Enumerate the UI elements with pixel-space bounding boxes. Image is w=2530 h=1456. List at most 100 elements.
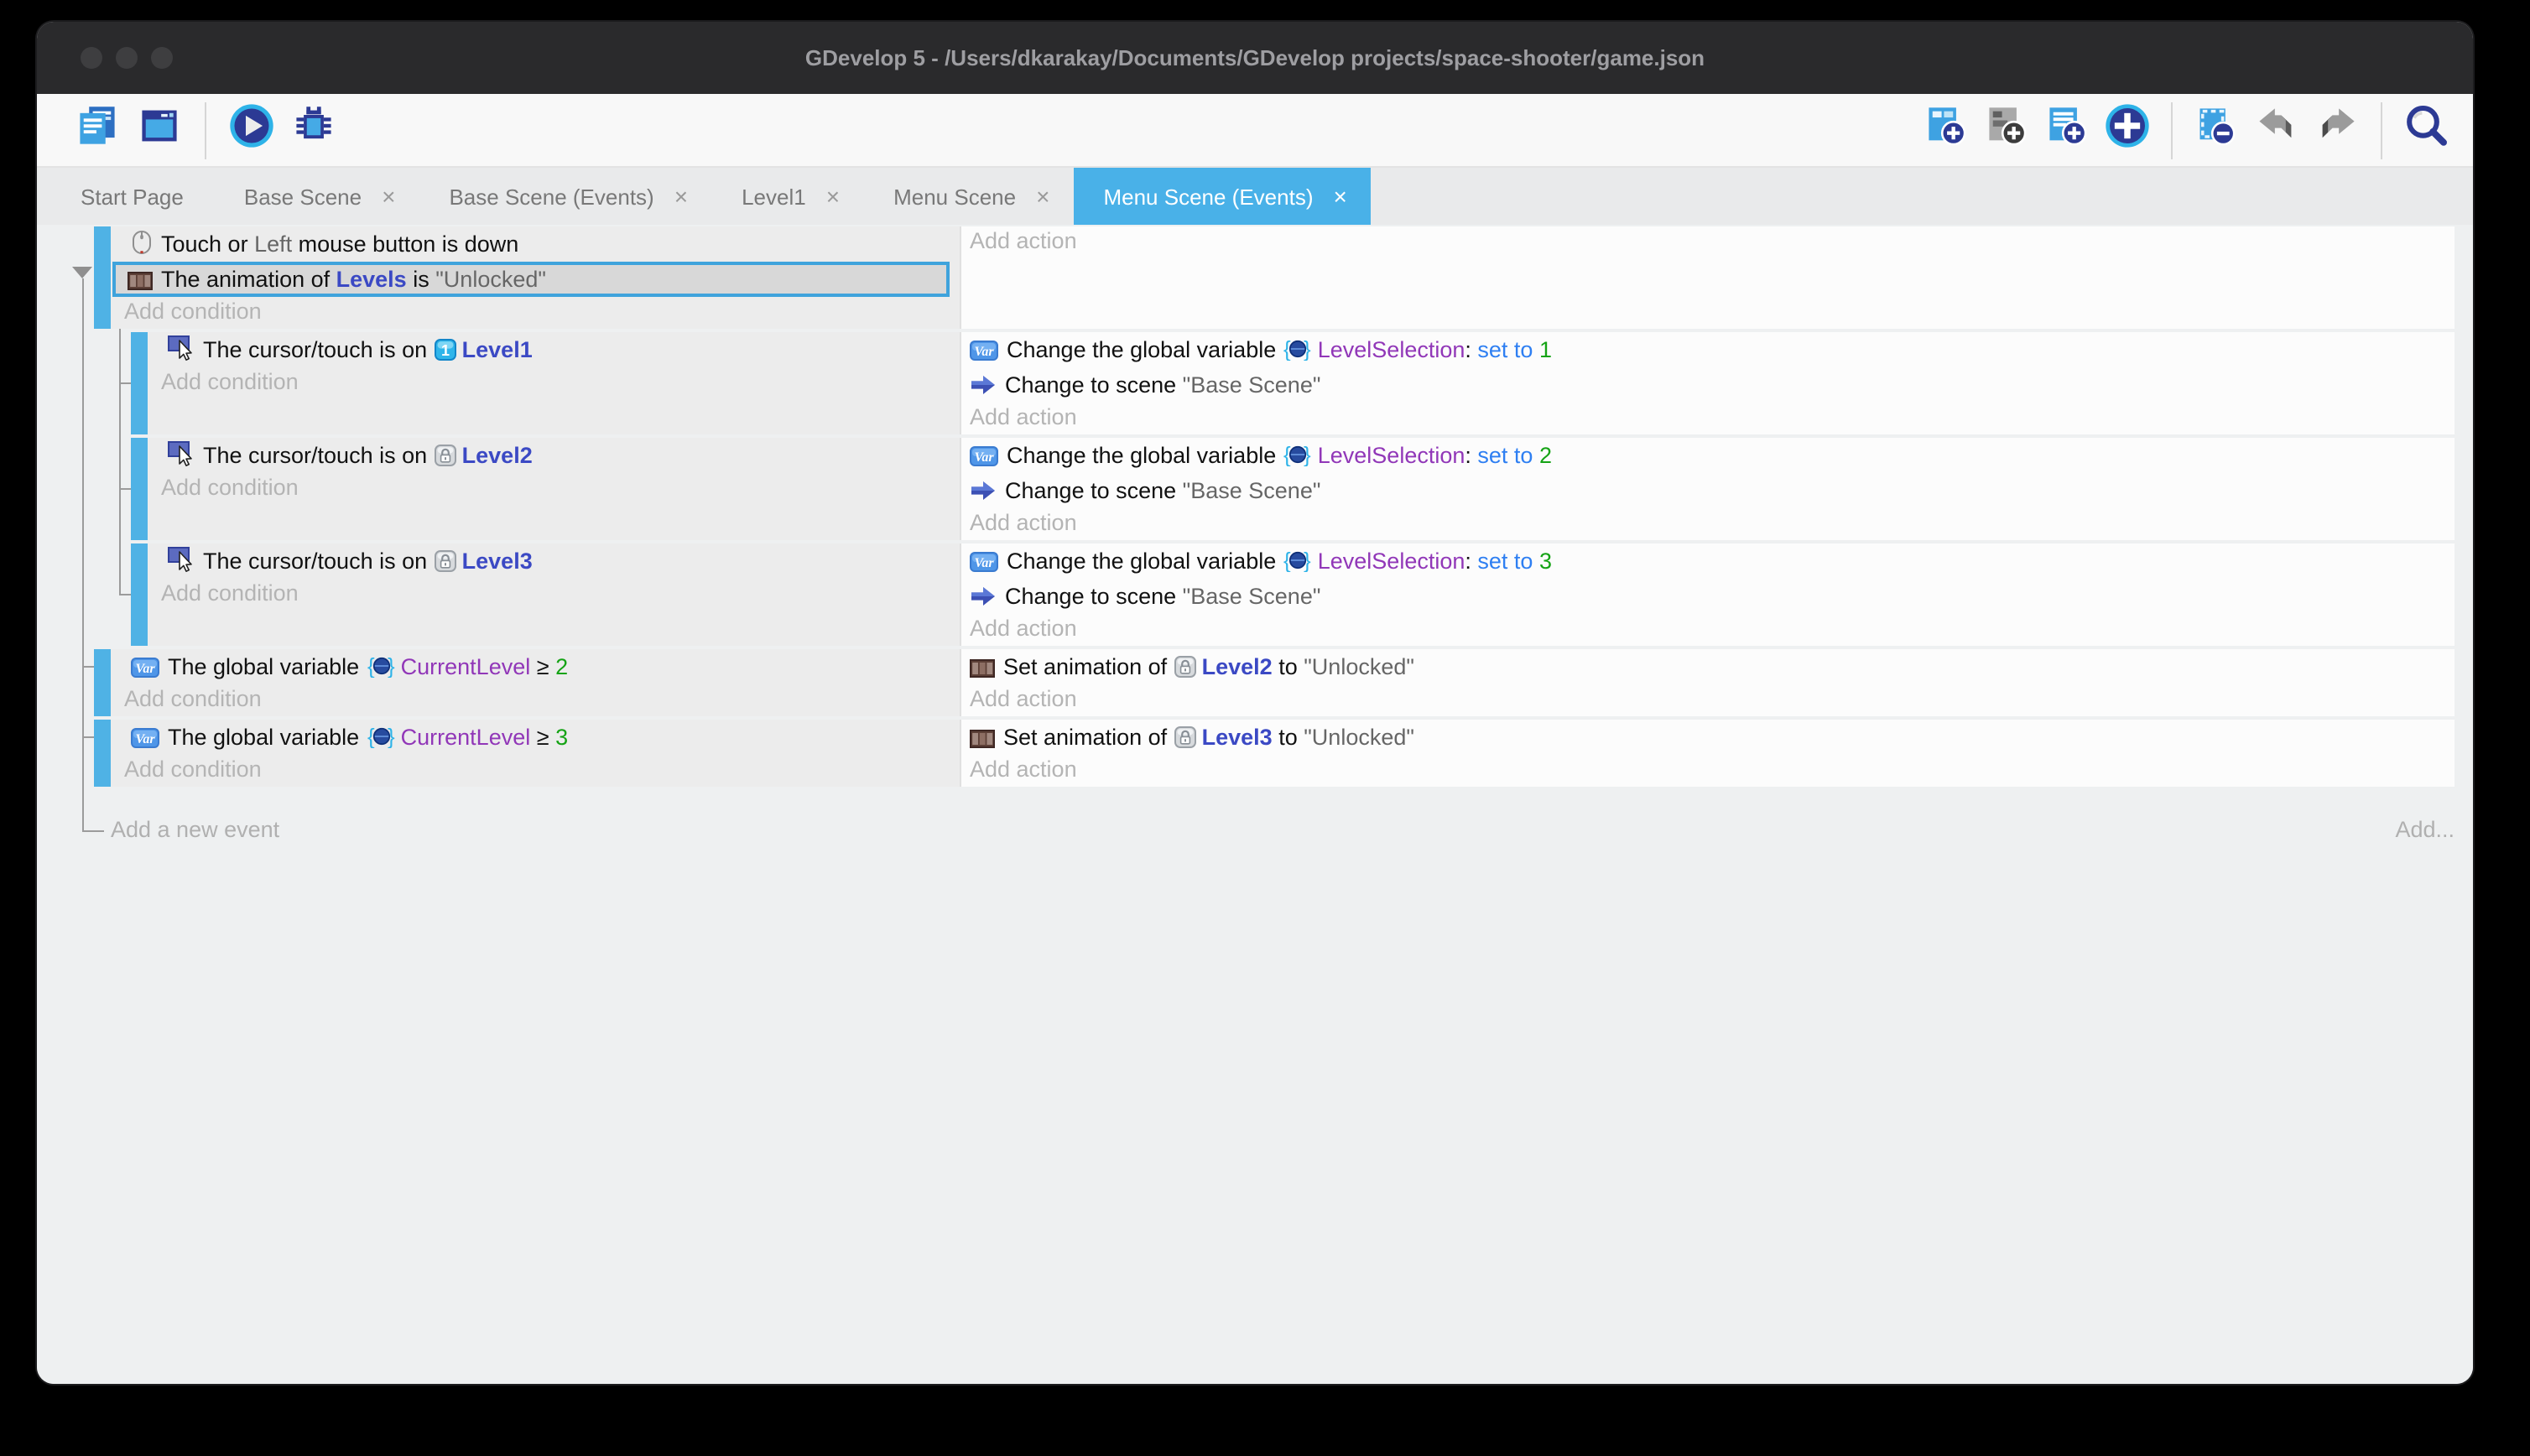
close-tab-icon[interactable]: × bbox=[1036, 185, 1049, 208]
event-highlight-bar[interactable] bbox=[131, 543, 148, 646]
redo-button[interactable] bbox=[2314, 107, 2361, 153]
tab-start-page[interactable]: Start Page bbox=[50, 168, 214, 225]
variable-icon: Var bbox=[131, 653, 159, 684]
tab-menu-scene-events[interactable]: Menu Scene (Events)× bbox=[1073, 168, 1370, 225]
toolbar-divider bbox=[2381, 101, 2382, 159]
close-button[interactable] bbox=[81, 47, 102, 69]
lock-thumb bbox=[435, 547, 457, 579]
project-manager-button[interactable] bbox=[74, 107, 121, 153]
add-action-button[interactable]: Add action bbox=[961, 755, 2455, 787]
text-run: Change the global variable bbox=[1007, 443, 1283, 468]
svg-text:1: 1 bbox=[442, 342, 450, 359]
condition-row[interactable]: The cursor/touch is on 1Level1 bbox=[148, 332, 960, 367]
window-title: GDevelop 5 - /Users/dkarakay/Documents/G… bbox=[37, 22, 2473, 94]
close-tab-icon[interactable]: × bbox=[674, 185, 688, 208]
condition-row[interactable]: The cursor/touch is on Level2 bbox=[148, 438, 960, 473]
debug-button[interactable] bbox=[290, 107, 337, 153]
text-run: "Unlocked" bbox=[1304, 725, 1414, 750]
conditions-column: The cursor/touch is on Level2Add conditi… bbox=[148, 438, 961, 540]
global-var-icon: {} bbox=[367, 723, 396, 755]
delete-selection-button[interactable] bbox=[2193, 107, 2240, 153]
add-condition-button[interactable]: Add condition bbox=[148, 367, 960, 399]
text-run: Levels bbox=[336, 267, 407, 292]
text-run: mouse button is down bbox=[292, 231, 518, 257]
text-run: : bbox=[1465, 549, 1477, 574]
conditions-column: VarThe global variable {}CurrentLevel ≥ … bbox=[111, 649, 961, 716]
close-tab-icon[interactable]: × bbox=[826, 185, 840, 208]
add-action-button[interactable]: Add action bbox=[961, 226, 2455, 258]
search-button[interactable] bbox=[2402, 107, 2449, 153]
add-action-button[interactable]: Add action bbox=[961, 614, 2455, 646]
tab-menu-scene[interactable]: Menu Scene× bbox=[863, 168, 1073, 225]
mouse-icon bbox=[131, 230, 153, 262]
condition-row[interactable]: Touch or Left mouse button is down bbox=[111, 226, 960, 262]
tab-bar: Start PageBase Scene×Base Scene (Events)… bbox=[37, 168, 2473, 225]
tab-base-scene-events[interactable]: Base Scene (Events)× bbox=[419, 168, 711, 225]
text-run: Level2 bbox=[1202, 654, 1273, 679]
action-row[interactable]: VarChange the global variable {}LevelSel… bbox=[961, 543, 2455, 579]
add-action-button[interactable]: Add action bbox=[961, 403, 2455, 434]
event-highlight-bar[interactable] bbox=[94, 649, 111, 716]
action-row[interactable]: Set animation of Level3 to "Unlocked" bbox=[961, 720, 2455, 755]
condition-row[interactable]: The animation of Levels is "Unlocked" bbox=[112, 262, 950, 297]
global-var-icon: {} bbox=[367, 653, 396, 684]
add-condition-button[interactable]: Add condition bbox=[148, 473, 960, 505]
preview-play-button[interactable] bbox=[228, 107, 275, 153]
actions-column: Set animation of Level2 to "Unlocked"Add… bbox=[961, 649, 2455, 716]
action-row[interactable]: VarChange the global variable {}LevelSel… bbox=[961, 332, 2455, 367]
text-run: 3 bbox=[1539, 549, 1552, 574]
zoom-button[interactable] bbox=[151, 47, 173, 69]
project-manager-icon bbox=[75, 104, 119, 156]
text-run: 2 bbox=[555, 654, 568, 679]
animation-icon bbox=[970, 723, 995, 755]
text-run: Change the global variable bbox=[1007, 337, 1283, 362]
close-tab-icon[interactable]: × bbox=[382, 185, 395, 208]
add-comment-icon bbox=[2045, 104, 2089, 156]
event-highlight-bar[interactable] bbox=[131, 332, 148, 434]
scene-arrow-icon bbox=[970, 476, 997, 508]
add-condition-button[interactable]: Add condition bbox=[111, 297, 960, 329]
scene-window-button[interactable] bbox=[136, 107, 183, 153]
add-new-event-button[interactable]: Add a new event bbox=[111, 817, 279, 842]
tab-base-scene[interactable]: Base Scene× bbox=[214, 168, 419, 225]
action-row[interactable]: Change to scene "Base Scene" bbox=[961, 579, 2455, 614]
minimize-button[interactable] bbox=[116, 47, 138, 69]
event-highlight-bar[interactable] bbox=[94, 226, 111, 329]
condition-row[interactable]: The cursor/touch is on Level3 bbox=[148, 543, 960, 579]
add-event-button[interactable] bbox=[1923, 107, 1970, 153]
global-var-icon: {} bbox=[1284, 547, 1313, 579]
add-action-button[interactable]: Add action bbox=[961, 684, 2455, 716]
action-row[interactable]: VarChange the global variable {}LevelSel… bbox=[961, 438, 2455, 473]
debug-icon bbox=[292, 104, 336, 156]
undo-button[interactable] bbox=[2253, 107, 2300, 153]
add-more-button[interactable]: Add... bbox=[2395, 817, 2455, 842]
condition-row[interactable]: VarThe global variable {}CurrentLevel ≥ … bbox=[111, 649, 960, 684]
text-run: set to bbox=[1477, 443, 1539, 468]
action-row[interactable]: Change to scene "Base Scene" bbox=[961, 473, 2455, 508]
toolbar-right-group bbox=[1923, 101, 2473, 159]
action-row[interactable]: Change to scene "Base Scene" bbox=[961, 367, 2455, 403]
add-subevent-button[interactable] bbox=[1983, 107, 2030, 153]
action-row[interactable]: Set animation of Level2 to "Unlocked" bbox=[961, 649, 2455, 684]
event-highlight-bar[interactable] bbox=[131, 438, 148, 540]
event-blocks: Touch or Left mouse button is downThe an… bbox=[37, 225, 2473, 787]
text-run: 1 bbox=[1539, 337, 1552, 362]
close-tab-icon[interactable]: × bbox=[1334, 185, 1347, 208]
event-highlight-bar[interactable] bbox=[94, 720, 111, 787]
add-condition-button[interactable]: Add condition bbox=[111, 755, 960, 787]
animation-icon bbox=[970, 653, 995, 684]
add-circle-button[interactable] bbox=[2104, 107, 2151, 153]
add-condition-button[interactable]: Add condition bbox=[148, 579, 960, 611]
text-run: CurrentLevel bbox=[401, 654, 531, 679]
text-run: CurrentLevel bbox=[401, 725, 531, 750]
screen: GDevelop 5 - /Users/dkarakay/Documents/G… bbox=[0, 0, 2530, 1456]
add-action-button[interactable]: Add action bbox=[961, 508, 2455, 540]
add-condition-button[interactable]: Add condition bbox=[111, 684, 960, 716]
cursor-icon bbox=[168, 441, 195, 473]
event-tree-line bbox=[82, 830, 104, 832]
add-comment-button[interactable] bbox=[2043, 107, 2090, 153]
condition-row[interactable]: VarThe global variable {}CurrentLevel ≥ … bbox=[111, 720, 960, 755]
svg-text:Var: Var bbox=[135, 662, 155, 676]
text-run: Touch or bbox=[161, 231, 254, 257]
tab-level1[interactable]: Level1× bbox=[711, 168, 863, 225]
